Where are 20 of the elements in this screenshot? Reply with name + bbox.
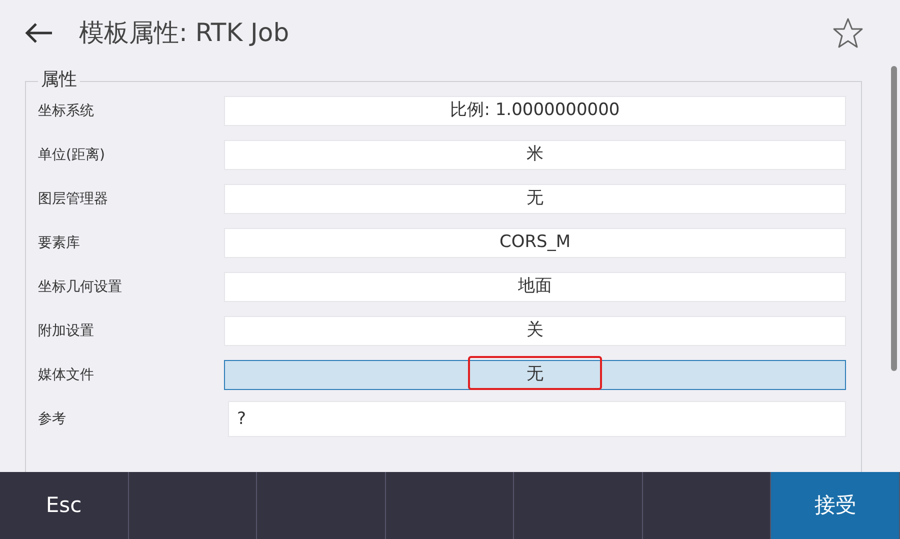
- select-button[interactable]: 米: [224, 140, 846, 170]
- softkey-button[interactable]: 接受: [771, 472, 900, 539]
- back-icon[interactable]: [24, 22, 54, 44]
- field-label: 坐标系统: [38, 102, 95, 120]
- star-icon[interactable]: [832, 17, 864, 49]
- select-button[interactable]: 无: [224, 184, 846, 214]
- field-label: 单位(距离): [38, 146, 106, 164]
- field-label: 参考: [38, 410, 67, 428]
- input-field[interactable]: ?: [228, 401, 846, 437]
- page-title: 模板属性: RTK Job: [79, 17, 290, 50]
- scrollbar[interactable]: [891, 66, 897, 371]
- field-label: 坐标几何设置: [38, 278, 123, 296]
- select-button[interactable]: 地面: [224, 272, 846, 302]
- field-label: 要素库: [38, 234, 81, 252]
- field-label: 媒体文件: [38, 366, 95, 384]
- field-label: 附加设置: [38, 322, 95, 340]
- select-button[interactable]: 关: [224, 316, 846, 346]
- field-label: 图层管理器: [38, 190, 109, 208]
- select-button[interactable]: CORS_M: [224, 228, 846, 258]
- select-button[interactable]: 比例: 1.0000000000: [224, 96, 846, 126]
